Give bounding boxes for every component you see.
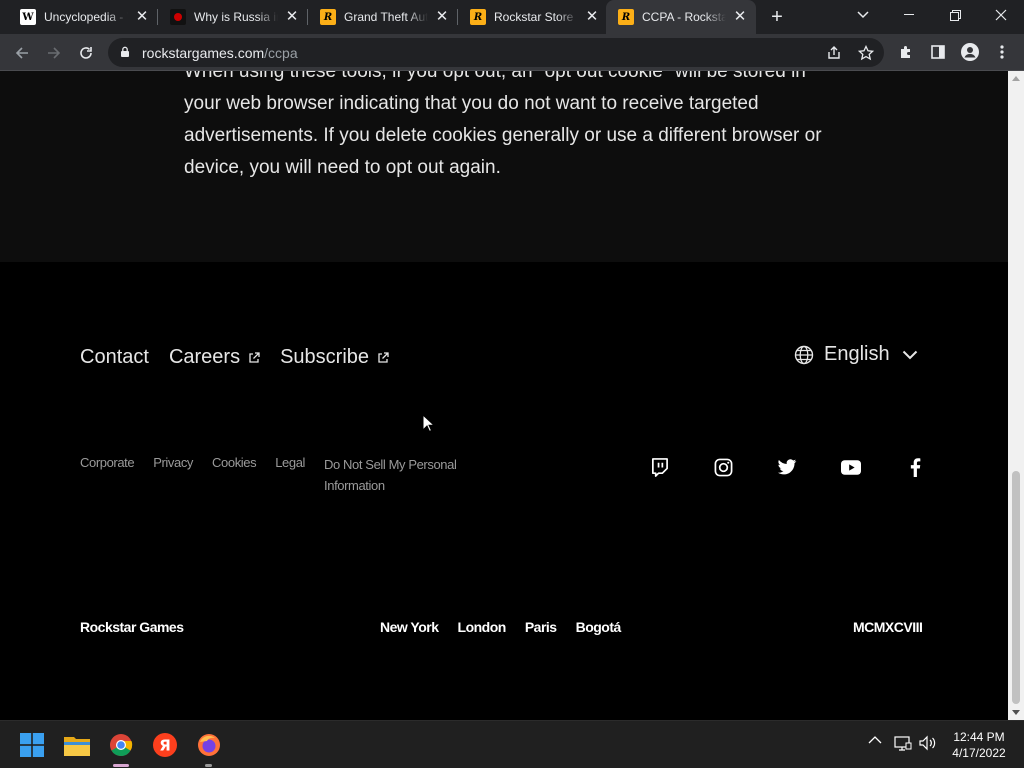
tab-why-russia[interactable]: Why is Russia in ✕ [158, 0, 308, 34]
back-button[interactable] [8, 39, 36, 67]
mouse-cursor-icon [422, 414, 434, 433]
yandex-icon[interactable]: Я [151, 731, 179, 759]
close-tab-icon[interactable]: ✕ [584, 9, 600, 25]
close-tab-icon[interactable]: ✕ [134, 9, 150, 25]
file-explorer-icon[interactable] [63, 731, 91, 759]
rockstar-r-icon: R [618, 9, 634, 25]
scroll-up-arrow-icon[interactable] [1012, 76, 1020, 81]
tab-uncyclopedia[interactable]: W Uncyclopedia - Y ✕ [8, 0, 158, 34]
twitter-icon[interactable] [777, 457, 797, 477]
new-tab-button[interactable]: + [766, 6, 788, 28]
close-tab-icon[interactable]: ✕ [284, 9, 300, 25]
network-icon[interactable] [894, 735, 912, 751]
reload-icon [80, 47, 92, 59]
privacy-link[interactable]: Privacy [153, 455, 193, 496]
scrollbar-thumb[interactable] [1012, 471, 1020, 704]
system-clock[interactable]: 12:44 PM 4/17/2022 [946, 729, 1012, 761]
do-not-sell-link[interactable]: Do Not Sell My Personal Information [324, 454, 474, 496]
footer-primary-links: Contact Careers Subscribe [80, 346, 409, 369]
external-link-icon [249, 351, 260, 363]
close-window-button[interactable] [978, 0, 1024, 30]
extensions-button[interactable] [894, 40, 918, 64]
contact-link[interactable]: Contact [80, 346, 149, 369]
chevron-down-icon [857, 11, 869, 19]
tab-title: Uncyclopedia - Y [44, 10, 128, 24]
puzzle-icon [901, 46, 910, 58]
subscribe-link[interactable]: Subscribe [280, 346, 389, 369]
city-paris: Paris [524, 619, 557, 635]
tab-title: Why is Russia in [194, 10, 278, 24]
language-label: English [824, 343, 890, 365]
page-scrollbar[interactable] [1008, 71, 1024, 720]
legal-link[interactable]: Legal [275, 455, 305, 496]
city-bogota: Bogotá [575, 619, 622, 635]
tab-title: CCPA - Rockstar [642, 10, 726, 24]
arrow-left-icon [15, 47, 28, 59]
youtube-icon[interactable] [841, 457, 861, 477]
page-viewport: When using these tools, if you opt out, … [0, 71, 1008, 720]
show-hidden-icons-chevron-icon[interactable] [868, 735, 882, 744]
scroll-down-arrow-icon[interactable] [1012, 710, 1020, 715]
windows-start-icon[interactable] [18, 731, 46, 759]
tab-ccpa[interactable]: R CCPA - Rockstar ✕ [606, 0, 756, 34]
facebook-icon[interactable] [905, 457, 925, 477]
share-icon[interactable] [826, 45, 842, 61]
city-london: London [457, 619, 507, 635]
tab-rockstar-store[interactable]: R Rockstar Store | ✕ [458, 0, 608, 34]
opt-out-paragraph: When using these tools, if you opt out, … [184, 71, 822, 178]
footer-legal-links: Corporate Privacy Cookies Legal Do Not S… [80, 455, 493, 496]
browser-toolbar: rockstargames.com/ccpa [0, 34, 1024, 71]
profile-icon [961, 43, 979, 61]
arrow-right-icon [48, 47, 61, 59]
bookmark-star-icon[interactable] [858, 45, 874, 61]
lock-icon [121, 46, 129, 57]
rockstar-r-icon: R [470, 9, 486, 25]
profile-button[interactable] [958, 40, 982, 64]
restore-icon [949, 9, 961, 21]
firefox-icon[interactable] [195, 731, 223, 759]
tab-search-button[interactable] [840, 0, 886, 30]
clock-time: 12:44 PM [953, 730, 1005, 744]
founding-year: MCMXCVIII [853, 619, 923, 635]
restore-button[interactable] [932, 0, 978, 30]
close-tab-icon[interactable]: ✕ [434, 9, 450, 25]
clock-date: 4/17/2022 [952, 746, 1006, 760]
svg-text:Я: Я [159, 737, 171, 755]
instagram-icon[interactable] [713, 457, 733, 477]
careers-link[interactable]: Careers [169, 346, 260, 369]
studio-cities: New York London Paris Bogotá [380, 619, 640, 635]
minimize-icon [904, 14, 914, 15]
language-selector[interactable]: English [794, 343, 918, 366]
corporate-link[interactable]: Corporate [80, 455, 135, 496]
wikipedia-w-icon: W [20, 9, 36, 25]
ccpa-text-section: When using these tools, if you opt out, … [0, 71, 1008, 262]
close-icon [995, 9, 1007, 21]
tab-title: Grand Theft Aut [344, 10, 428, 24]
windows-taskbar: Я 12:44 PM 4/17/2022 [0, 720, 1024, 768]
tab-gta[interactable]: R Grand Theft Aut ✕ [308, 0, 458, 34]
youtube-red-icon [170, 9, 186, 25]
forward-button[interactable] [40, 39, 68, 67]
city-new-york: New York [380, 619, 439, 635]
chrome-icon[interactable] [107, 731, 135, 759]
side-panel-icon [931, 45, 945, 59]
kebab-menu-icon [1000, 45, 1004, 59]
company-name: Rockstar Games [80, 619, 184, 635]
tab-strip: W Uncyclopedia - Y ✕ Why is Russia in ✕ … [0, 0, 1024, 34]
menu-button[interactable] [990, 40, 1014, 64]
minimize-button[interactable] [886, 0, 932, 30]
volume-icon[interactable] [919, 735, 937, 751]
side-panel-button[interactable] [926, 40, 950, 64]
cookies-link[interactable]: Cookies [212, 455, 257, 496]
rockstar-r-icon: R [320, 9, 336, 25]
reload-button[interactable] [72, 39, 100, 67]
twitch-icon[interactable] [649, 457, 669, 477]
tab-title: Rockstar Store | [494, 10, 578, 24]
close-tab-icon[interactable]: ✕ [732, 9, 748, 25]
chevron-down-icon [902, 350, 917, 359]
url-text: rockstargames.com/ccpa [142, 45, 298, 61]
address-bar[interactable]: rockstargames.com/ccpa [108, 38, 884, 67]
external-link-icon [378, 351, 389, 363]
globe-icon [794, 345, 814, 364]
